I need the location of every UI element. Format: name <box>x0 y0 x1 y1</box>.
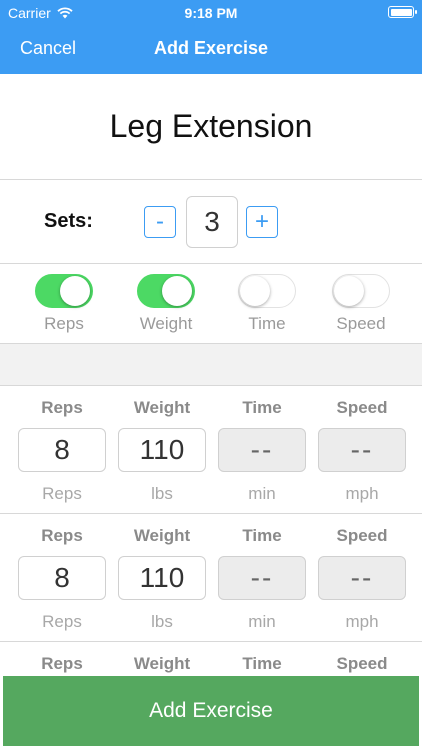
toggle-speed: Speed <box>316 274 406 334</box>
speed-switch[interactable] <box>332 274 390 308</box>
increment-sets-button[interactable]: + <box>246 206 278 238</box>
weight-header: Weight <box>133 526 191 545</box>
reps-input[interactable]: 8 <box>18 556 106 600</box>
metric-toggles: Reps Weight Time Speed <box>0 264 422 344</box>
weight-header: Weight <box>133 654 191 673</box>
reps-switch[interactable] <box>35 274 93 308</box>
time-unit: min <box>248 484 276 503</box>
time-header: Time <box>242 654 282 673</box>
speed-header: Speed <box>336 398 388 417</box>
time-input: -- <box>218 428 306 472</box>
reps-unit: Reps <box>42 612 82 631</box>
exercise-name: Leg Extension <box>0 74 422 180</box>
weight-input[interactable]: 110 <box>118 428 206 472</box>
reps-toggle-label: Reps <box>44 314 84 333</box>
navigation-bar: Cancel Add Exercise <box>0 24 422 74</box>
toggle-time: Time <box>222 274 312 334</box>
weight-switch[interactable] <box>137 274 195 308</box>
speed-header: Speed <box>336 526 388 545</box>
reps-header: Reps <box>41 526 83 545</box>
speed-unit: mph <box>345 612 379 631</box>
add-exercise-button[interactable]: Add Exercise <box>3 676 419 746</box>
speed-header: Speed <box>336 654 388 673</box>
toggle-reps: Reps <box>19 274 109 334</box>
section-divider <box>0 344 422 386</box>
time-unit: min <box>248 612 276 631</box>
speed-unit: mph <box>345 484 379 503</box>
speed-input: -- <box>318 556 406 600</box>
weight-unit: lbs <box>151 484 173 503</box>
sets-value-field[interactable]: 3 <box>186 196 238 248</box>
battery-icon <box>388 6 417 18</box>
weight-input[interactable]: 110 <box>118 556 206 600</box>
set-row-1: Reps Weight Time Speed 8 110 -- -- Reps … <box>0 386 422 514</box>
status-bar: Carrier 9:18 PM <box>0 0 422 24</box>
time-switch[interactable] <box>238 274 296 308</box>
sets-row: Sets: - 3 + <box>0 180 422 264</box>
time-header: Time <box>242 526 282 545</box>
reps-input[interactable]: 8 <box>18 428 106 472</box>
reps-unit: Reps <box>42 484 82 503</box>
weight-unit: lbs <box>151 612 173 631</box>
time-toggle-label: Time <box>248 314 286 333</box>
page-title: Add Exercise <box>153 38 269 58</box>
time-input: -- <box>218 556 306 600</box>
decrement-sets-button[interactable]: - <box>144 206 176 238</box>
reps-header: Reps <box>41 398 83 417</box>
weight-toggle-label: Weight <box>139 314 193 333</box>
set-row-2: Reps Weight Time Speed 8 110 -- -- Reps … <box>0 514 422 642</box>
toggle-weight: Weight <box>121 274 211 334</box>
speed-toggle-label: Speed <box>336 314 386 333</box>
status-time: 9:18 PM <box>184 5 238 21</box>
sets-label: Sets: <box>44 210 93 232</box>
speed-input: -- <box>318 428 406 472</box>
time-header: Time <box>242 398 282 417</box>
weight-header: Weight <box>133 398 191 417</box>
reps-header: Reps <box>41 654 83 673</box>
